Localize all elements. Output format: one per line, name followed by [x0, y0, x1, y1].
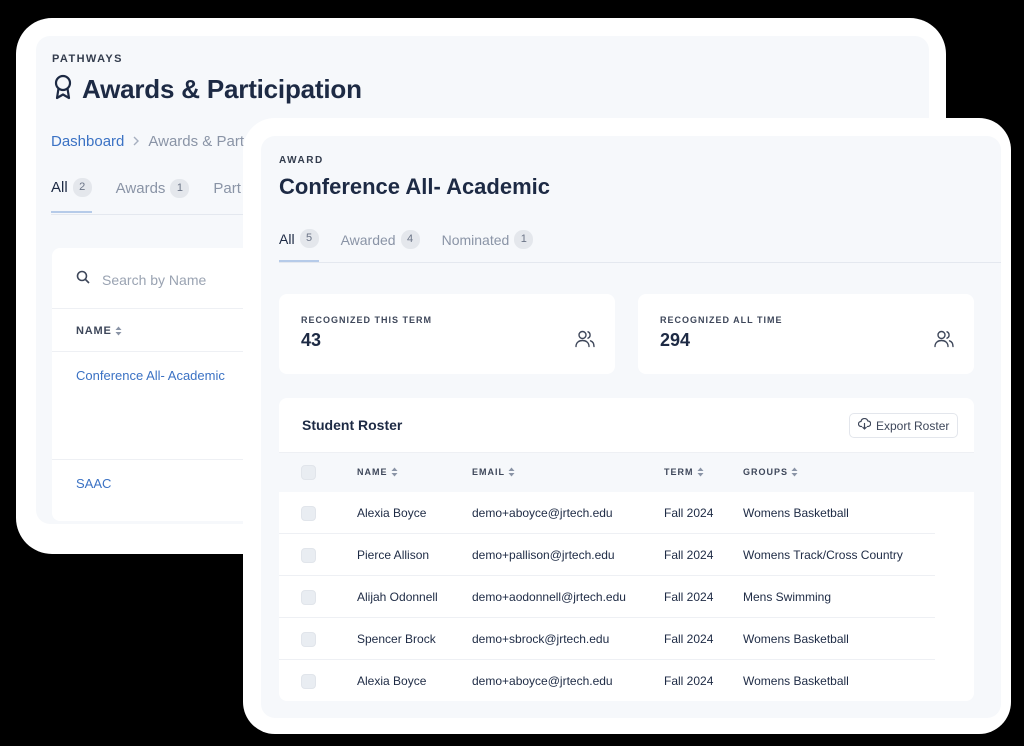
tab-count-badge: 1: [170, 179, 190, 198]
table-row[interactable]: Alexia Boyce demo+aboyce@jrtech.edu Fall…: [279, 660, 935, 701]
select-all-checkbox[interactable]: [301, 465, 316, 480]
breadcrumb-dashboard-link[interactable]: Dashboard: [51, 133, 124, 150]
column-label: EMAIL: [472, 467, 505, 477]
search-icon: [76, 270, 90, 289]
student-email: demo+aboyce@jrtech.edu: [472, 674, 613, 688]
student-groups: Mens Swimming: [743, 590, 832, 604]
tabs-divider: [279, 262, 1001, 263]
tab-nominated[interactable]: Nominated 1: [442, 229, 534, 262]
tab-count-badge: 1: [514, 230, 534, 249]
student-name: Alexia Boyce: [357, 674, 427, 688]
column-label: TERM: [664, 467, 694, 477]
tab-label: Awarded: [340, 231, 396, 248]
stat-card-all-time: RECOGNIZED ALL TIME 294: [638, 294, 974, 374]
breadcrumb-current: Awards & Part: [148, 133, 244, 150]
row-divider: [52, 459, 252, 460]
users-icon: [934, 330, 954, 353]
sort-icon: [697, 467, 703, 477]
student-name: Alijah Odonnell: [357, 590, 438, 604]
tab-count-badge: 5: [299, 229, 319, 248]
student-groups: Womens Basketball: [743, 506, 849, 520]
table-header: NAME: [52, 308, 252, 352]
sort-icon: [115, 326, 122, 336]
award-title: Conference All- Academic: [279, 174, 551, 199]
search-input[interactable]: [102, 271, 232, 288]
column-label: NAME: [357, 467, 388, 477]
tab-awarded[interactable]: Awarded 4: [341, 229, 420, 262]
tab-label: All: [279, 230, 295, 247]
table-row[interactable]: Pierce Allison demo+pallison@jrtech.edu …: [279, 534, 935, 576]
roster-title: Student Roster: [302, 417, 403, 433]
tab-count-badge: 2: [72, 178, 92, 197]
row-checkbox[interactable]: [301, 506, 316, 521]
tab-all[interactable]: All 5: [279, 229, 319, 262]
tab-label: Awards: [115, 180, 166, 197]
users-icon: [575, 330, 595, 353]
column-header-term[interactable]: TERM: [664, 467, 704, 477]
tab-all[interactable]: All 2: [51, 178, 92, 213]
tab-count-badge: 4: [400, 230, 420, 249]
student-email: demo+pallison@jrtech.edu: [472, 548, 615, 562]
column-header-email[interactable]: EMAIL: [472, 467, 515, 477]
table-row[interactable]: Spencer Brock demo+sbrock@jrtech.edu Fal…: [279, 618, 935, 660]
stat-label: RECOGNIZED THIS TERM: [301, 315, 433, 325]
student-term: Fall 2024: [664, 632, 714, 646]
award-link-saac[interactable]: SAAC: [76, 476, 111, 491]
stat-card-this-term: RECOGNIZED THIS TERM 43: [279, 294, 615, 374]
row-checkbox[interactable]: [301, 632, 316, 647]
student-name: Pierce Allison: [357, 548, 430, 562]
tab-awards[interactable]: Awards 1: [116, 178, 190, 213]
tab-label: Part: [213, 180, 241, 197]
export-roster-button[interactable]: Export Roster: [849, 413, 959, 438]
student-groups: Womens Basketball: [743, 674, 849, 688]
student-groups: Womens Basketball: [743, 632, 849, 646]
student-term: Fall 2024: [664, 506, 714, 520]
section-eyebrow: AWARD: [279, 155, 324, 166]
awards-table: NAME Conference All- Academic SAAC: [52, 248, 252, 521]
sort-icon: [508, 467, 515, 477]
student-roster: Student Roster Export Roster NAME EMAIL: [279, 398, 974, 701]
chevron-right-icon: [132, 134, 140, 149]
cloud-download-icon: [857, 417, 872, 433]
row-checkbox[interactable]: [301, 590, 316, 605]
page-header: Awards & Participation: [52, 74, 362, 105]
row-checkbox[interactable]: [301, 548, 316, 563]
student-term: Fall 2024: [664, 674, 714, 688]
table-row[interactable]: Alexia Boyce demo+aboyce@jrtech.edu Fall…: [279, 492, 935, 534]
award-ribbon-icon: [52, 74, 74, 105]
column-header-groups[interactable]: GROUPS: [743, 467, 798, 477]
table-row[interactable]: Alijah Odonnell demo+aodonnell@jrtech.ed…: [279, 576, 935, 618]
page-title: Awards & Participation: [82, 74, 362, 104]
stat-value: 43: [301, 330, 322, 350]
column-label: GROUPS: [743, 467, 789, 477]
award-link-conference[interactable]: Conference All- Academic: [76, 368, 225, 383]
tab-label: All: [51, 179, 68, 196]
student-email: demo+sbrock@jrtech.edu: [472, 632, 610, 646]
section-eyebrow: PATHWAYS: [52, 53, 123, 65]
student-email: demo+aboyce@jrtech.edu: [472, 506, 613, 520]
column-header-name[interactable]: NAME: [357, 467, 398, 477]
tab-participation[interactable]: Part: [213, 178, 241, 213]
breadcrumb: Dashboard Awards & Part: [51, 133, 244, 150]
column-header-name[interactable]: NAME: [76, 325, 122, 337]
stat-label: RECOGNIZED ALL TIME: [660, 315, 783, 325]
export-roster-label: Export Roster: [876, 418, 950, 433]
award-detail-page: AWARD Conference All- Academic All 5 Awa…: [261, 136, 1001, 718]
student-name: Alexia Boyce: [357, 506, 427, 520]
student-groups: Womens Track/Cross Country: [743, 548, 903, 562]
column-label: NAME: [76, 325, 112, 337]
sort-icon: [391, 467, 397, 477]
search-bar: [76, 270, 232, 289]
tab-label: Nominated: [441, 231, 510, 248]
student-term: Fall 2024: [664, 548, 714, 562]
student-term: Fall 2024: [664, 590, 714, 604]
student-name: Spencer Brock: [357, 632, 436, 646]
row-checkbox[interactable]: [301, 674, 316, 689]
awards-tabs: All 2 Awards 1 Part: [51, 178, 241, 213]
sort-icon: [791, 467, 798, 477]
student-email: demo+aodonnell@jrtech.edu: [472, 590, 626, 604]
roster-table-header: NAME EMAIL TERM GROUPS: [279, 452, 974, 492]
award-tabs: All 5 Awarded 4 Nominated 1: [279, 229, 534, 262]
stat-value: 294: [660, 330, 691, 350]
